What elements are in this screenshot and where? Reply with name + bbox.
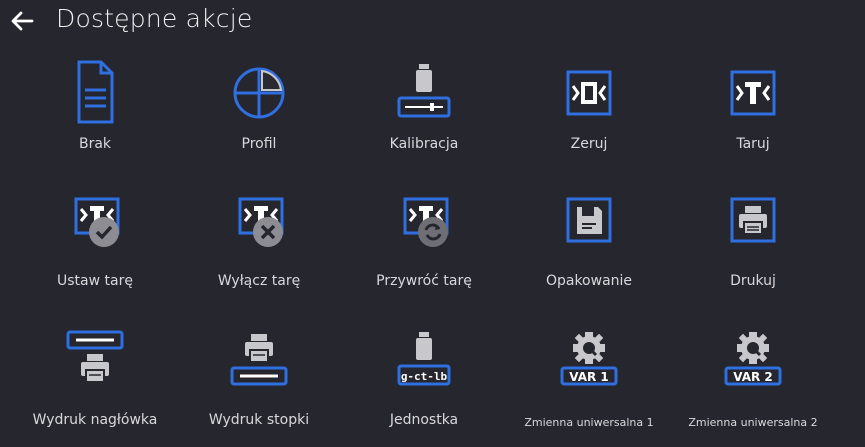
action-opakowanie[interactable]: Opakowanie [506, 183, 672, 307]
action-label: Kalibracja [389, 136, 459, 152]
action-wydruk-naglowka[interactable]: Wydruk nagłówka [12, 322, 178, 446]
unit-badge-text: g-ct-lb [401, 370, 448, 383]
zero-icon [548, 52, 630, 134]
action-label: Wydruk nagłówka [32, 412, 158, 428]
action-kalibracja[interactable]: Kalibracja [341, 46, 507, 170]
action-wydruk-stopki[interactable]: Wydruk stopki [176, 322, 342, 446]
set-tare-icon [54, 189, 136, 271]
header-print-icon [54, 328, 136, 410]
calibration-weight-icon [383, 52, 465, 134]
profile-circle-icon [218, 52, 300, 134]
action-zeruj[interactable]: Zeruj [506, 46, 672, 170]
restore-tare-icon [383, 189, 465, 271]
action-label: Jednostka [389, 412, 459, 428]
unit-weight-icon: g-ct-lb [383, 328, 465, 410]
variable-gear-icon: VAR 2 [712, 328, 794, 410]
action-label: Drukuj [730, 273, 776, 289]
action-label: Wyłącz tarę [217, 273, 301, 289]
action-label: Profil [241, 136, 277, 152]
action-zmienna-uniwersalna-2[interactable]: VAR 2 Zmienna uniwersalna 2 [670, 322, 836, 446]
action-wylacz-tare[interactable]: Wyłącz tarę [176, 183, 342, 307]
package-save-icon [548, 189, 630, 271]
action-label: Zmienna uniwersalna 1 [524, 416, 654, 429]
variable-gear-icon: VAR 1 [548, 328, 630, 410]
action-label: Zeruj [570, 136, 608, 152]
footer-print-icon [218, 328, 300, 410]
action-drukuj[interactable]: Drukuj [670, 183, 836, 307]
back-arrow-icon[interactable] [8, 7, 36, 35]
action-profil[interactable]: Profil [176, 46, 342, 170]
action-label: Zmienna uniwersalna 2 [688, 416, 818, 429]
action-label: Wydruk stopki [208, 412, 310, 428]
action-label: Brak [78, 136, 112, 152]
action-label: Ustaw tarę [57, 273, 133, 289]
var-badge-text: VAR 1 [569, 370, 609, 384]
action-label: Taruj [736, 136, 770, 152]
var-badge-text: VAR 2 [733, 370, 773, 384]
action-przywroc-tare[interactable]: Przywróć tarę [341, 183, 507, 307]
action-taruj[interactable]: Taruj [670, 46, 836, 170]
page-title: Dostępne akcje [56, 4, 253, 33]
printer-icon [712, 189, 794, 271]
actions-grid: Brak Profil Kalibracja Zeruj Taruj Ustaw… [0, 44, 865, 447]
header-bar: Dostępne akcje [0, 0, 865, 44]
clear-tare-icon [218, 189, 300, 271]
action-brak[interactable]: Brak [12, 46, 178, 170]
action-ustaw-tare[interactable]: Ustaw tarę [12, 183, 178, 307]
action-label: Opakowanie [545, 273, 633, 289]
action-zmienna-uniwersalna-1[interactable]: VAR 1 Zmienna uniwersalna 1 [506, 322, 672, 446]
tare-icon [712, 52, 794, 134]
action-jednostka[interactable]: g-ct-lb Jednostka [341, 322, 507, 446]
action-label: Przywróć tarę [376, 273, 472, 289]
document-icon [54, 52, 136, 134]
